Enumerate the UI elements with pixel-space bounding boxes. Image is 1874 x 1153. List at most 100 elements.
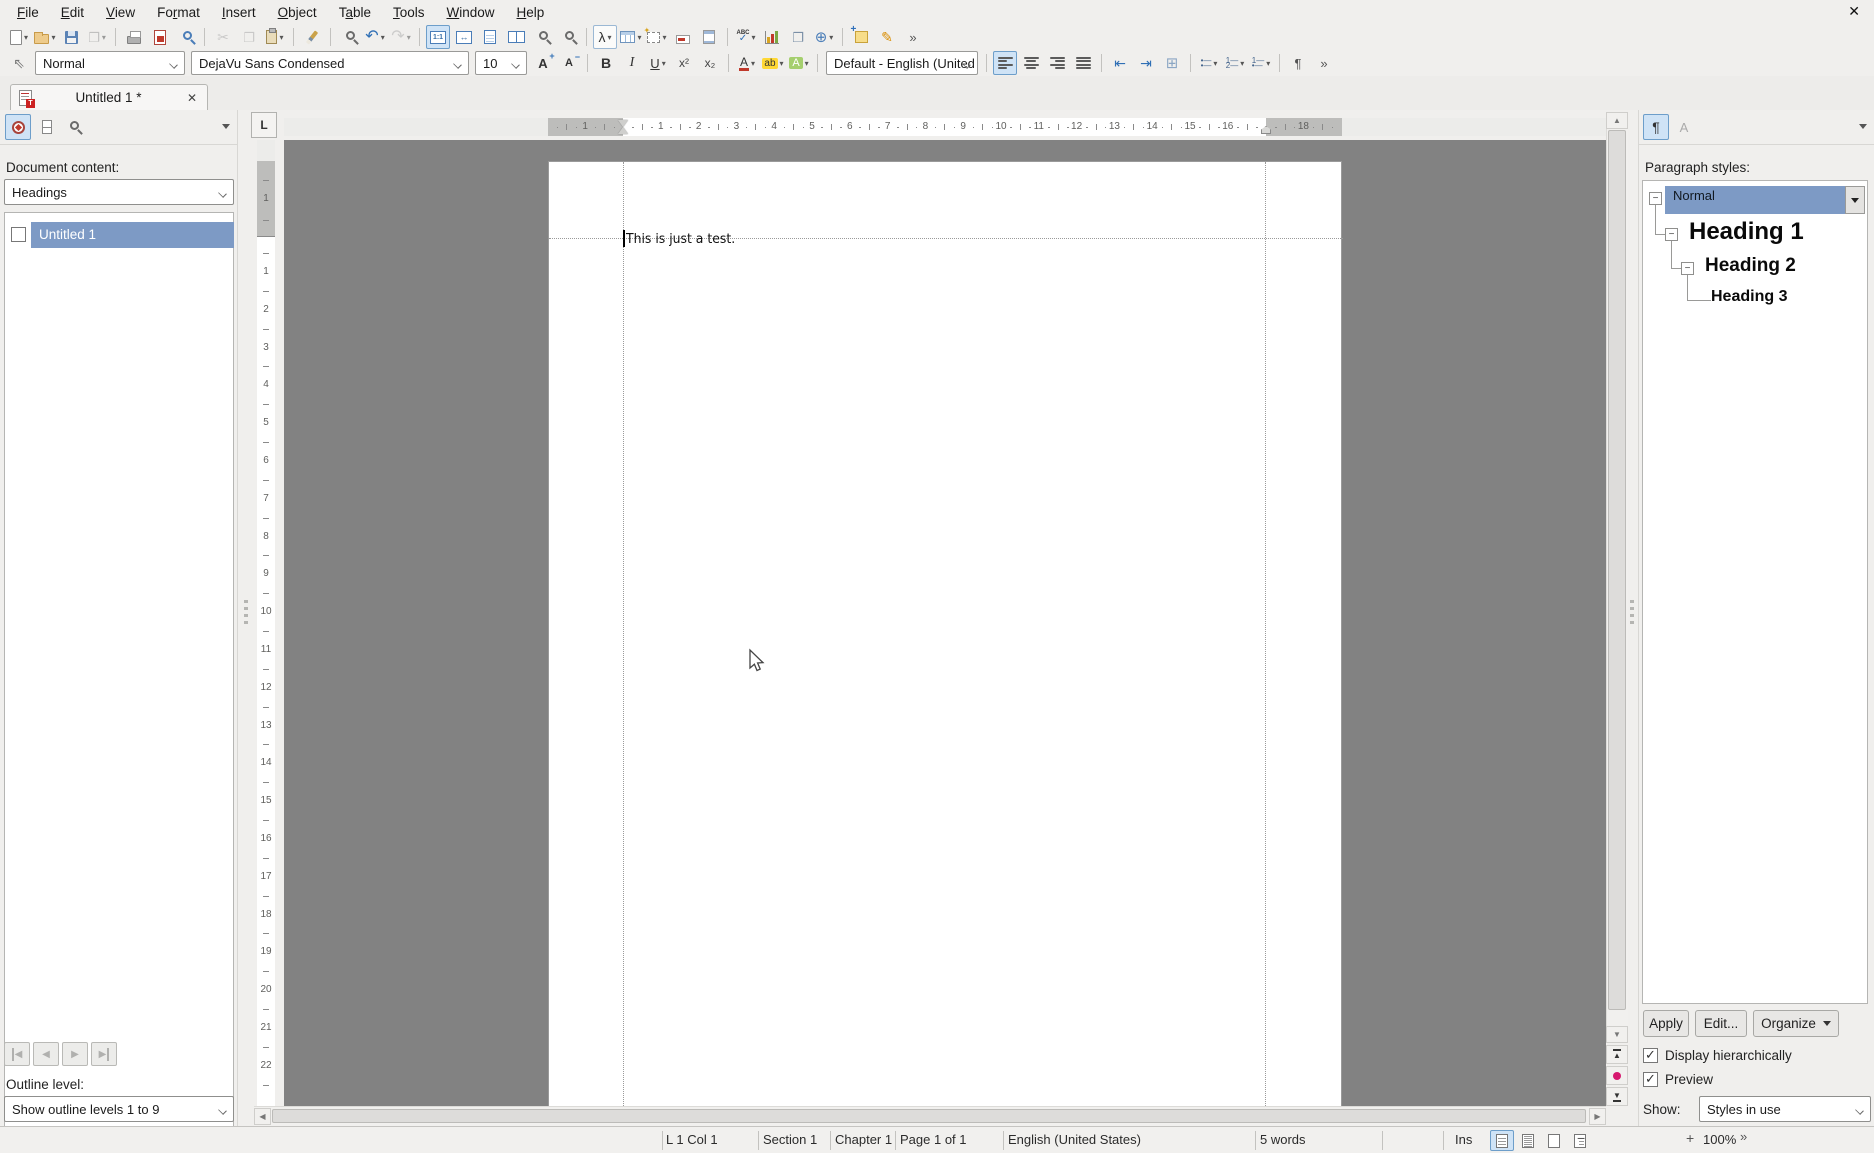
numbered-list-dropdown-icon[interactable]: ▾ — [1240, 59, 1244, 68]
italic-button[interactable]: I — [620, 51, 644, 75]
status-cell-2[interactable]: Chapter 1 — [835, 1132, 892, 1147]
style-row-dropdown-button[interactable] — [1845, 186, 1865, 214]
zoom-two-pages-button[interactable] — [504, 25, 528, 49]
zoom-out-icon[interactable]: − — [1577, 1130, 1585, 1146]
status-cell-6[interactable]: Ins — [1455, 1132, 1472, 1147]
char-background-button[interactable]: A▾ — [787, 51, 811, 75]
horizontal-ruler[interactable]: 11234567891011121314151618 — [284, 118, 1606, 136]
character-styles-button[interactable]: A — [1673, 116, 1695, 138]
tab-close-icon[interactable]: ✕ — [185, 91, 199, 105]
apply-button[interactable]: Apply — [1643, 1010, 1689, 1037]
insert-chart-button[interactable] — [760, 25, 784, 49]
status-cell-5[interactable]: 5 words — [1260, 1132, 1306, 1147]
menu-format[interactable]: Format — [146, 3, 211, 22]
paragraph-style-combo[interactable]: Normal — [35, 51, 185, 75]
align-center-button[interactable] — [1019, 51, 1043, 75]
new-document-button[interactable]: ▾ — [7, 25, 31, 49]
zoom-in-button[interactable] — [556, 25, 580, 49]
style-expander-icon[interactable]: − — [1649, 192, 1662, 205]
document-area[interactable]: This is just a test. — [284, 140, 1606, 1106]
indent-decrease-button[interactable]: ⇤ — [1108, 51, 1132, 75]
zoom-page-width-button[interactable]: ↔ — [452, 25, 476, 49]
display-hierarchically-checkbox[interactable] — [1643, 1048, 1658, 1063]
tree-item-label[interactable]: Untitled 1 — [39, 227, 96, 242]
insert-table-button[interactable]: ▾ — [619, 25, 643, 49]
style-expander-icon[interactable]: − — [1665, 228, 1678, 241]
menu-edit[interactable]: Edit — [50, 3, 95, 22]
subscript-button[interactable]: x₂ — [698, 51, 722, 75]
shrink-font-button[interactable]: A — [557, 51, 581, 75]
menu-window[interactable]: Window — [435, 3, 505, 22]
print-button[interactable] — [122, 25, 146, 49]
right-splitter-handle[interactable] — [1630, 600, 1634, 626]
outline-list-button[interactable]: 1— •—▾ — [1249, 51, 1273, 75]
underline-button[interactable]: U▾ — [646, 51, 670, 75]
outline-level-select[interactable]: Show outline levels 1 to 9 — [4, 1096, 234, 1122]
mail-merge-button[interactable]: ❐ — [786, 25, 810, 49]
font-color-dropdown-icon[interactable]: ▾ — [751, 59, 755, 68]
menu-object[interactable]: Object — [267, 3, 328, 22]
align-justify-button[interactable] — [1071, 51, 1095, 75]
menu-file[interactable]: File — [6, 3, 50, 22]
previous-page-button[interactable]: ▲ — [1606, 1045, 1628, 1064]
outline-list-dropdown-icon[interactable]: ▾ — [1266, 59, 1270, 68]
insert-formula-dropdown-icon[interactable]: ▾ — [607, 33, 611, 42]
menu-table[interactable]: Table — [328, 3, 382, 22]
status-cell-1[interactable]: Section 1 — [763, 1132, 817, 1147]
search-button[interactable] — [62, 116, 84, 138]
insert-formula-button[interactable]: λ▾ — [593, 25, 617, 49]
next-page-button[interactable]: ▼ — [1606, 1087, 1628, 1106]
new-document-dropdown-icon[interactable]: ▾ — [24, 33, 28, 42]
organize-button[interactable]: Organize — [1753, 1010, 1839, 1037]
borders-button[interactable]: ⊞ — [1160, 51, 1184, 75]
numbered-list-button[interactable]: 1— 2—▾ — [1223, 51, 1247, 75]
insert-frame-dropdown-icon[interactable]: ▾ — [662, 33, 666, 42]
indent-increase-button[interactable]: ⇥ — [1134, 51, 1158, 75]
document-tab[interactable]: T Untitled 1 * ✕ — [10, 84, 208, 110]
open-dropdown-icon[interactable]: ▾ — [51, 33, 55, 42]
clone-formatting-button[interactable] — [300, 25, 324, 49]
zoom-in-icon[interactable]: + — [1686, 1130, 1694, 1146]
toolbar-overflow-2-button[interactable]: » — [1312, 51, 1336, 75]
zoom-original-button[interactable]: 1:1 — [426, 25, 450, 49]
highlight-button[interactable]: ab▾ — [761, 51, 785, 75]
language-combo[interactable]: Default - English (United — [826, 51, 978, 75]
menu-view[interactable]: View — [95, 3, 146, 22]
scroll-right-icon[interactable]: ▶ — [1589, 1108, 1606, 1125]
align-left-button[interactable] — [993, 51, 1017, 75]
paragraph-styles-button[interactable]: ¶ — [1643, 114, 1669, 140]
align-right-button[interactable] — [1045, 51, 1069, 75]
view-continuous-button[interactable] — [1516, 1130, 1540, 1151]
web-view-dropdown-icon[interactable]: ▾ — [829, 33, 833, 42]
close-window-button[interactable]: ✕ — [1848, 3, 1860, 20]
menu-insert[interactable]: Insert — [211, 3, 267, 22]
font-size-combo[interactable]: 10 — [475, 51, 527, 75]
save-all-dropdown-icon[interactable]: ▾ — [102, 33, 106, 42]
bullet-list-button[interactable]: •— •—▾ — [1197, 51, 1221, 75]
font-color-button[interactable]: A▾ — [735, 51, 759, 75]
zoom-page-button[interactable] — [478, 25, 502, 49]
spellcheck-dropdown-icon[interactable]: ▾ — [751, 33, 755, 42]
menu-tools[interactable]: Tools — [382, 3, 436, 22]
left-indent-marker[interactable] — [618, 127, 628, 134]
navigator-button[interactable] — [5, 114, 31, 140]
vertical-ruler[interactable]: 112345678910111213141516171819202122 — [257, 140, 275, 1106]
export-pdf-button[interactable] — [148, 25, 172, 49]
undo-dropdown-icon[interactable]: ▾ — [381, 33, 385, 42]
scroll-left-icon[interactable]: ◀ — [254, 1108, 271, 1125]
horizontal-scrollbar-thumb[interactable] — [272, 1109, 1586, 1123]
zoom-out-button[interactable] — [530, 25, 554, 49]
font-name-combo[interactable]: DejaVu Sans Condensed — [191, 51, 469, 75]
grow-font-button[interactable]: A — [531, 51, 555, 75]
zoom-level[interactable]: 100% — [1703, 1132, 1736, 1147]
show-select[interactable]: Styles in use — [1699, 1096, 1871, 1122]
menu-help[interactable]: Help — [506, 3, 556, 22]
scroll-up-icon[interactable]: ▲ — [1606, 112, 1628, 129]
style-item-normal[interactable]: Normal — [1673, 188, 1715, 203]
insert-table-dropdown-icon[interactable]: ▾ — [637, 33, 641, 42]
tabstop-type-button[interactable]: L — [251, 112, 277, 138]
document-page[interactable]: This is just a test. — [548, 161, 1342, 1106]
style-item-heading-2[interactable]: Heading 2 — [1705, 255, 1796, 277]
save-button[interactable] — [59, 25, 83, 49]
insert-field-button[interactable] — [671, 25, 695, 49]
